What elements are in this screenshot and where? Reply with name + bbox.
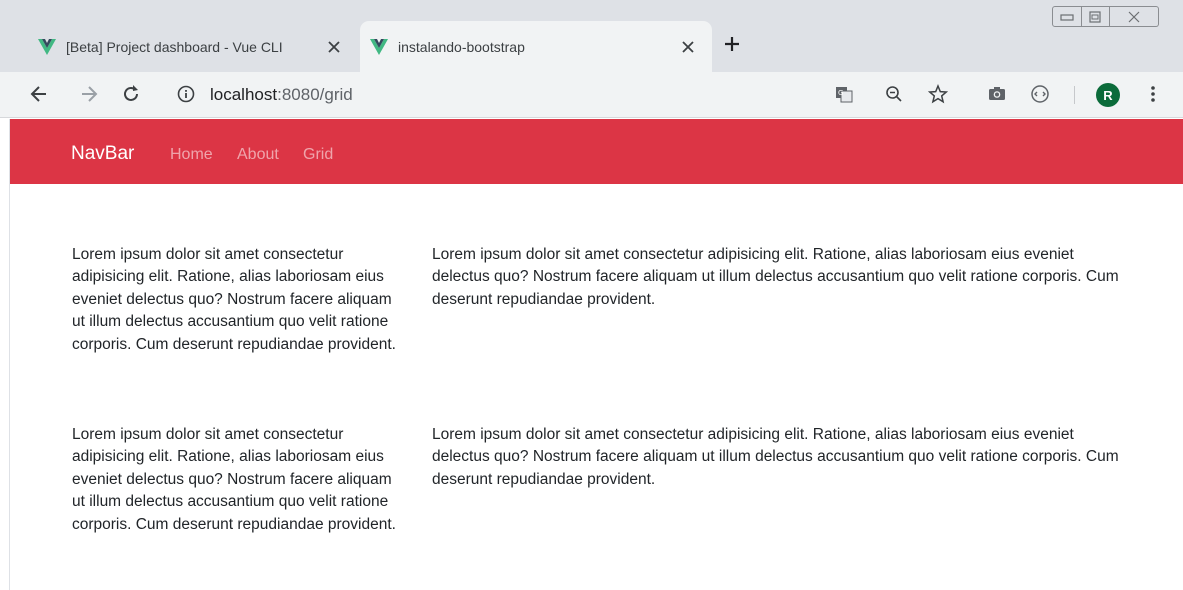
- tab-title: [Beta] Project dashboard - Vue CLI: [66, 38, 283, 55]
- extension-icon[interactable]: [1027, 81, 1053, 107]
- url-host: localhost: [210, 85, 278, 104]
- star-icon[interactable]: [928, 84, 948, 104]
- arrow-left-icon[interactable]: [26, 81, 52, 107]
- reload-icon[interactable]: [118, 81, 144, 107]
- grid-cell-row2-right: Lorem ipsum dolor sit amet consectetur a…: [432, 426, 1119, 488]
- tab-strip: [Beta] Project dashboard - Vue CLI insta…: [0, 0, 1183, 72]
- translate-icon[interactable]: G: [834, 84, 854, 104]
- zoom-out-icon[interactable]: [884, 84, 904, 104]
- maximize-window-button[interactable]: [1081, 6, 1110, 27]
- nav-link-grid[interactable]: Grid: [303, 146, 333, 164]
- toolbar-separator: [1074, 86, 1075, 104]
- url-path: :8080/grid: [277, 85, 353, 104]
- close-tab-icon[interactable]: [678, 37, 698, 57]
- navbar: NavBar Home About Grid: [10, 119, 1183, 184]
- grid-cell-row2-left: Lorem ipsum dolor sit amet consectetur a…: [72, 426, 396, 533]
- arrow-right-icon[interactable]: [76, 81, 102, 107]
- camera-icon[interactable]: [984, 81, 1010, 107]
- profile-avatar[interactable]: R: [1096, 83, 1120, 107]
- kebab-menu-icon[interactable]: [1140, 81, 1166, 107]
- nav-link-home[interactable]: Home: [170, 146, 213, 164]
- grid-cell-row1-right: Lorem ipsum dolor sit amet consectetur a…: [432, 246, 1119, 308]
- tab-instalando-bootstrap[interactable]: instalando-bootstrap: [360, 21, 712, 72]
- tab-title: instalando-bootstrap: [398, 38, 525, 55]
- vue-logo-icon: [370, 38, 388, 55]
- close-tab-icon[interactable]: [324, 37, 344, 57]
- info-icon[interactable]: [176, 84, 196, 104]
- address-bar[interactable]: localhost:8080/grid G: [164, 76, 964, 112]
- new-tab-button[interactable]: [720, 32, 744, 56]
- vue-logo-icon: [38, 38, 56, 55]
- browser-toolbar: localhost:8080/grid G R: [0, 72, 1183, 118]
- nav-link-about[interactable]: About: [237, 146, 279, 164]
- tab-project-dashboard[interactable]: [Beta] Project dashboard - Vue CLI: [28, 21, 358, 72]
- close-window-button[interactable]: [1110, 6, 1159, 27]
- viewport-left-edge: [9, 119, 10, 590]
- grid-cell-row1-left: Lorem ipsum dolor sit amet consectetur a…: [72, 246, 396, 353]
- minimize-window-button[interactable]: [1052, 6, 1082, 27]
- url-text[interactable]: localhost:8080/grid: [210, 85, 353, 105]
- svg-text:G: G: [838, 89, 843, 97]
- navbar-brand[interactable]: NavBar: [71, 143, 134, 165]
